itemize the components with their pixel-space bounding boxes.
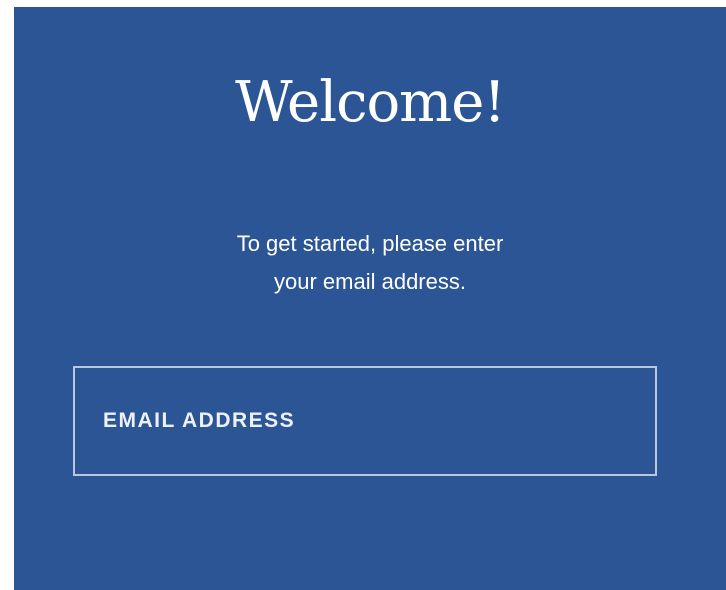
email-field[interactable]	[75, 368, 655, 474]
instructions-line-1: To get started, please enter	[236, 231, 504, 256]
welcome-title: Welcome!	[235, 70, 506, 135]
email-field-container[interactable]	[73, 366, 657, 476]
instructions-line-2: your email address.	[274, 269, 466, 294]
welcome-instructions: To get started, please enter your email …	[14, 225, 726, 301]
welcome-panel: Welcome! To get started, please enter yo…	[14, 7, 726, 590]
